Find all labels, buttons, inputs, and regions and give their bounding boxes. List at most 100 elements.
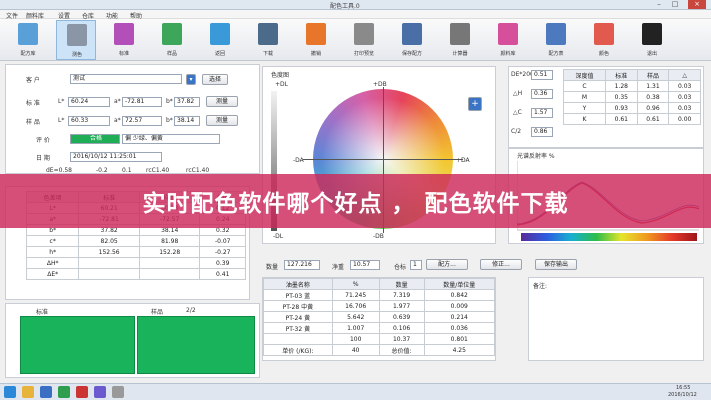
table-row[interactable]: PT-24 黄 5.642 0.639 0.214 [263, 311, 495, 323]
window-title: 配色工具.0 [330, 3, 360, 10]
toolbar-label: 颜料库 [500, 51, 516, 57]
table-row[interactable]: 100 10.37 0.801 [263, 333, 495, 345]
table-cell: PT-28 中黄 [263, 300, 333, 312]
metric-value: 0.36 [531, 89, 553, 99]
toolbar-icon [258, 23, 278, 45]
toolbar-icon [642, 23, 662, 45]
sample-measure-button[interactable]: 测量 [206, 115, 238, 126]
table-cell: 0.41 [199, 268, 246, 280]
stock-input[interactable]: 1 [410, 260, 422, 270]
save-output-button[interactable]: 保存输出 [535, 259, 577, 270]
net-input[interactable]: 10.57 [350, 260, 380, 270]
toolbar-button[interactable]: 颜色 [584, 20, 624, 60]
toolbar-button[interactable]: 样品 [152, 20, 192, 60]
standard-swatch [20, 316, 135, 374]
table-cell: 0.38 [636, 91, 670, 103]
correct-button[interactable]: 修正... [480, 259, 522, 270]
table-cell: K [563, 113, 606, 125]
table-row[interactable]: h* 152.56 152.28 -0.27 [25, 246, 246, 258]
table-row[interactable]: PT-32 黄 1.007 0.106 0.036 [263, 322, 495, 334]
column-header[interactable]: 数量 [378, 278, 425, 290]
sample-l-input[interactable]: 60.33 [68, 116, 110, 126]
toolbar-label: 退出 [646, 51, 657, 57]
sample-b-input[interactable]: 38.14 [174, 116, 200, 126]
column-header[interactable]: △ [668, 69, 701, 81]
table-row[interactable]: PT-28 中黄 16.706 1.977 0.009 [263, 300, 495, 312]
column-header[interactable]: 深度值 [563, 69, 606, 81]
table-row[interactable]: ΔE* 0.41 [25, 268, 246, 280]
toolbar-button[interactable]: 保存配方 [392, 20, 432, 60]
table-cell: 0.801 [423, 333, 495, 345]
date-field[interactable]: 2016/10/12 11:25:01 [70, 152, 162, 162]
zoom-in-button[interactable]: + [468, 97, 482, 111]
table-row[interactable]: Y 0.93 0.96 0.03 [563, 102, 701, 114]
clock-time: 16:55 [676, 385, 691, 391]
clock-date: 2016/10/12 [668, 392, 697, 398]
table-row[interactable]: M 0.35 0.38 0.03 [563, 91, 701, 103]
customer-dropdown[interactable]: ▾ [186, 74, 196, 85]
metrics-panel: DE*2000 0.51 △H 0.36 △C 1.57 C/2 0.86 深度… [508, 66, 704, 148]
standard-b-label: b* [166, 98, 173, 105]
sample-a-input[interactable]: 72.57 [122, 116, 162, 126]
table-row[interactable]: PT-03 蓝 71.245 7.319 0.842 [263, 289, 495, 301]
toolbar-button[interactable]: 计算器 [440, 20, 480, 60]
toolbar: 配方库 测色 标准 样品 返回 下载 撤销 打印预览 保存配方 计算器 颜料库 配方表 颜色 退出 [0, 19, 711, 61]
explorer-icon[interactable] [22, 386, 34, 398]
toolbar-button[interactable]: 配方表 [536, 20, 576, 60]
toolbar-button[interactable]: 撤销 [296, 20, 336, 60]
toolbar-button[interactable]: 退出 [632, 20, 672, 60]
excel-icon[interactable] [58, 386, 70, 398]
toolbar-button[interactable]: 返回 [200, 20, 240, 60]
footer-cell: 总价值: [378, 344, 425, 356]
maximize-button[interactable]: □ [668, 0, 682, 9]
app-icon[interactable] [76, 386, 88, 398]
table-row[interactable]: ΔH* 0.39 [25, 257, 246, 269]
close-button[interactable]: × [688, 0, 706, 9]
table-cell: 0.106 [378, 322, 425, 334]
table-cell: 1.31 [636, 80, 670, 92]
table-cell: 152.56 [78, 246, 140, 258]
measurement-panel: 客 户 测试 ▾ 选择 标 准 L* 60.24 a* -72.81 b* 37… [5, 64, 260, 174]
column-header[interactable]: % [331, 278, 380, 290]
axis-db-top: +DB [373, 81, 387, 88]
stock-label: 仓标 [394, 264, 407, 271]
toolbar-label: 标准 [118, 51, 129, 57]
customer-input[interactable]: 测试 [70, 74, 182, 84]
notes-panel: 备注: [528, 277, 704, 361]
standard-b-input[interactable]: 37.82 [174, 97, 200, 107]
column-header[interactable]: 油墨名称 [263, 278, 333, 290]
toolbar-button[interactable]: 下载 [248, 20, 288, 60]
qty-input[interactable]: 127.216 [284, 260, 320, 270]
spectrum-title: 光谱反射率 % [517, 153, 555, 160]
table-row[interactable]: C 1.28 1.31 0.03 [563, 80, 701, 92]
toolbar-label: 打印预览 [353, 51, 374, 57]
toolbar-button[interactable]: 测色 [56, 20, 96, 60]
toolbar-button[interactable]: 颜料库 [488, 20, 528, 60]
standard-a-input[interactable]: -72.81 [122, 97, 162, 107]
standard-l-input[interactable]: 60.24 [68, 97, 110, 107]
table-cell: 7.319 [378, 289, 425, 301]
table-row[interactable]: K 0.61 0.61 0.00 [563, 113, 701, 125]
toolbar-icon [162, 23, 182, 45]
standard-measure-button[interactable]: 测量 [206, 96, 238, 107]
app-icon[interactable] [94, 386, 106, 398]
column-header[interactable]: 样品 [636, 69, 670, 81]
formula-table-panel: 油墨名称% 数量 数量/单位量 PT-03 蓝 71.245 7.319 0.842 PT-2… [262, 277, 496, 361]
toolbar-button[interactable]: 配方库 [8, 20, 48, 60]
table-row[interactable]: c* 82.05 81.98 -0.07 [25, 235, 246, 247]
toolbar-icon [450, 23, 470, 45]
customer-select-button[interactable]: 选择 [202, 74, 228, 85]
toolbar-button[interactable]: 打印预览 [344, 20, 384, 60]
minimize-button[interactable]: – [652, 0, 666, 9]
chromaticity-title: 色度图 [271, 72, 290, 79]
table-cell: 0.96 [636, 102, 670, 114]
column-header[interactable]: 标准 [604, 69, 638, 81]
toolbar-button[interactable]: 标准 [104, 20, 144, 60]
sample-label: 样 品 [26, 119, 40, 126]
app-icon[interactable] [112, 386, 124, 398]
ie-icon[interactable] [40, 386, 52, 398]
recipe-button[interactable]: 配方... [426, 259, 468, 270]
date-label: 日 期 [36, 155, 50, 162]
start-icon[interactable] [4, 386, 16, 398]
column-header[interactable]: 数量/单位量 [423, 278, 495, 290]
